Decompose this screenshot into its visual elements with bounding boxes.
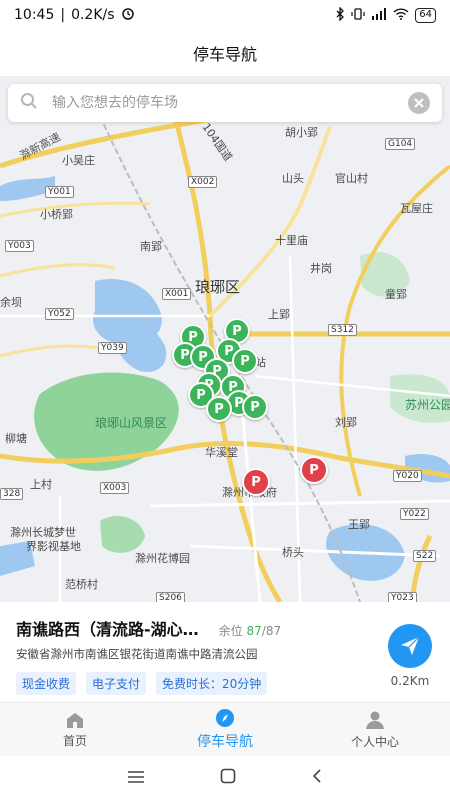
map-label-huabo: 滁州花博园 xyxy=(135,552,190,565)
search-icon xyxy=(20,92,38,114)
tab-parking-nav-label: 停车导航 xyxy=(197,734,253,750)
map-label-yujiaba: 余坝 xyxy=(0,296,22,309)
parking-address: 安徽省滁州市南谯区银花街道南谯中路清流公园 xyxy=(16,647,258,661)
map-label-qiaotou: 桥头 xyxy=(282,546,304,559)
road-badge: G104 xyxy=(385,138,416,150)
parking-pin[interactable]: P xyxy=(232,348,258,374)
tag-cash: 现金收费 xyxy=(16,672,77,695)
tab-home-label: 首页 xyxy=(62,733,87,748)
parking-pin[interactable]: P xyxy=(242,394,268,420)
parking-pin-selected[interactable]: P xyxy=(300,456,328,484)
map-label-shilimiao: 十里庙 xyxy=(275,234,308,247)
alarm-icon xyxy=(121,6,135,24)
map-label-langyashan: 琅琊山风景区 xyxy=(95,416,168,430)
bottom-tab-bar: 首页 停车导航 个人中心 xyxy=(0,702,450,756)
page-title: 停车导航 xyxy=(192,45,257,64)
user-icon xyxy=(366,711,384,729)
road-badge: X002 xyxy=(188,176,218,188)
parking-pin[interactable]: P xyxy=(206,396,232,422)
network-speed: 0.2K/s xyxy=(71,7,115,23)
map-label-changcheng-2: 界影视基地 xyxy=(26,540,81,553)
map-label-shangcun: 上村 xyxy=(30,478,52,491)
distance-label: 0.2Km xyxy=(390,674,430,688)
road-badge: Y001 xyxy=(45,186,74,198)
map-label-huzi: 胡小郢 xyxy=(285,126,318,139)
road-badge: X003 xyxy=(100,482,130,494)
home-button-icon[interactable] xyxy=(220,768,236,788)
bluetooth-icon xyxy=(335,5,345,24)
map-label-fanqiao: 范桥村 xyxy=(65,578,98,591)
road-badge: S206 xyxy=(156,592,185,602)
remaining-total: /87 xyxy=(261,624,282,638)
map-label-liutang: 柳塘 xyxy=(5,432,27,445)
road-badge: Y039 xyxy=(98,342,127,354)
road-badge: Y052 xyxy=(45,308,74,320)
remaining-label: 余位 xyxy=(218,624,243,638)
parking-info-card[interactable]: 南谯路西（清流路-湖心… 余位 87/87 安徽省滁州市南谯区银花街道南谯中路清… xyxy=(0,602,450,702)
tab-profile-label: 个人中心 xyxy=(350,734,399,749)
road-badge: 328 xyxy=(0,488,24,500)
map-label-xiaowu: 小吴庄 xyxy=(62,154,95,167)
map-label-nanying: 南郢 xyxy=(140,240,162,253)
tab-profile[interactable]: 个人中心 xyxy=(300,703,450,756)
map-label-shangying: 上郢 xyxy=(268,308,290,321)
close-icon xyxy=(414,98,424,108)
map-label-liuying: 刘郢 xyxy=(335,416,357,429)
map-label-tongying: 童郢 xyxy=(385,288,407,301)
menu-icon[interactable] xyxy=(127,769,145,788)
road-badge: S22 xyxy=(413,550,437,562)
map-label-wangying: 王郢 xyxy=(348,518,370,531)
map-label-guanshan: 官山村 xyxy=(335,172,368,185)
road-badge: Y003 xyxy=(5,240,34,252)
tag-epay: 电子支付 xyxy=(86,672,147,695)
system-nav-bar xyxy=(0,756,450,800)
map-label-jinggang: 井岗 xyxy=(310,262,332,275)
vibrate-icon xyxy=(351,7,365,24)
map-label-xiaoqiao: 小桥郢 xyxy=(40,208,73,221)
map-view[interactable]: 琅琊区 滁新高速 104国道 胡小郢 小吴庄 小桥郢 山头 官山村 瓦屋庄 十里… xyxy=(0,76,450,602)
navigate-button[interactable]: 0.2Km xyxy=(388,624,432,688)
remaining-available: 87 xyxy=(246,624,262,638)
map-label-district: 琅琊区 xyxy=(195,278,241,296)
clock: 10:45 xyxy=(14,7,55,23)
parking-pin-selected[interactable]: P xyxy=(242,468,270,496)
compass-icon xyxy=(216,709,234,727)
road-badge: Y022 xyxy=(400,508,429,520)
parking-name: 南谯路西（清流路-湖心… xyxy=(16,620,199,639)
page-title-bar: 停车导航 xyxy=(0,30,450,76)
signal-icon xyxy=(371,7,387,23)
battery-indicator: 64 xyxy=(415,7,436,23)
map-label-huaxitang: 华溪堂 xyxy=(205,446,238,459)
map-label-shantou: 山头 xyxy=(282,172,304,185)
remaining-spaces: 余位 87/87 xyxy=(219,622,281,639)
map-label-suzhou-park: 苏州公园 xyxy=(405,398,450,412)
tab-home[interactable]: 首页 xyxy=(0,703,150,756)
status-divider: | xyxy=(60,7,66,23)
road-badge: S312 xyxy=(328,324,357,336)
road-badge: Y023 xyxy=(388,592,417,602)
clear-search-button[interactable] xyxy=(408,92,430,114)
navigate-icon-circle[interactable] xyxy=(388,624,432,668)
back-icon[interactable] xyxy=(311,768,323,788)
tab-parking-nav[interactable]: 停车导航 xyxy=(150,703,300,756)
map-label-walu: 瓦屋庄 xyxy=(400,202,433,215)
search-bar[interactable] xyxy=(8,84,442,122)
status-bar: 10:45 | 0.2K/s 64 xyxy=(0,0,450,30)
home-icon xyxy=(67,712,83,728)
tag-free-time: 免费时长：20分钟 xyxy=(156,672,268,695)
wifi-icon xyxy=(393,7,409,23)
road-badge: X001 xyxy=(162,288,192,300)
search-input[interactable] xyxy=(52,95,408,111)
road-badge: Y020 xyxy=(393,470,422,482)
send-icon xyxy=(401,636,420,655)
